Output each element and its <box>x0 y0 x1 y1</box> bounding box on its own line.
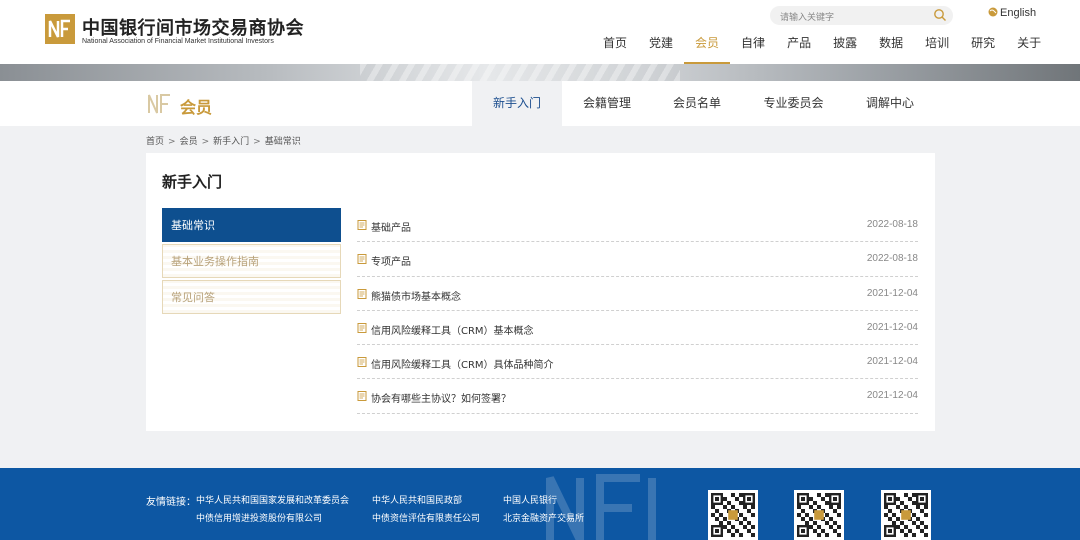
nafmii-logo-icon[interactable] <box>45 14 75 44</box>
site-header: 中国银行间市场交易商协会 National Association of Fin… <box>0 0 1080 64</box>
site-footer: 友情链接： 中华人民共和国国家发展和改革委员会 中华人民共和国民政部 中国人民银… <box>0 468 1080 540</box>
article-title[interactable]: 信用风险缓释工具（CRM）具体品种简介 <box>371 356 554 371</box>
document-icon <box>357 220 367 230</box>
side-item-basics[interactable]: 基础常识 <box>162 208 341 242</box>
article-date: 2021-12-04 <box>866 321 918 333</box>
qr-code-icon <box>881 490 931 540</box>
tab-beginner-guide[interactable]: 新手入门 <box>472 81 562 126</box>
article-date: 2021-12-04 <box>866 390 918 402</box>
tab-professional-committees[interactable]: 专业委员会 <box>742 81 845 126</box>
breadcrumb-beginner-guide[interactable]: 新手入门 <box>213 137 249 147</box>
qr-code-icon <box>794 490 844 540</box>
article-list: 基础产品 2022-08-18 专项产品 2022-08-18 熊猫债市场基本概念 202… <box>357 208 918 414</box>
nav-about[interactable]: 关于 <box>1006 36 1052 64</box>
article-title[interactable]: 基础产品 <box>371 219 411 234</box>
nav-members[interactable]: 会员 <box>684 36 731 64</box>
search-input[interactable]: 请输入关键字 <box>780 10 834 23</box>
nav-research[interactable]: 研究 <box>960 36 1006 64</box>
banner-image <box>0 64 1080 81</box>
list-item[interactable]: 专项产品 2022-08-18 <box>357 242 918 277</box>
footer-link-pboc[interactable]: 中国人民银行 <box>503 493 557 506</box>
document-icon <box>357 357 367 368</box>
tab-membership-management[interactable]: 会籍管理 <box>562 81 652 126</box>
site-title-english: National Association of Financial Market… <box>82 38 274 45</box>
breadcrumb-current: 基础常识 <box>264 137 301 147</box>
content-panel: 新手入门 基础常识 基本业务操作指南 常见问答 基础产品 2022-08-18 专项… <box>146 153 935 431</box>
nav-home[interactable]: 首页 <box>592 36 638 64</box>
nav-party[interactable]: 党建 <box>638 36 684 64</box>
nav-self-regulation[interactable]: 自律 <box>730 36 776 64</box>
section-tabs: 新手入门 会籍管理 会员名单 专业委员会 调解中心 <box>472 81 935 126</box>
footer-link-ndrc[interactable]: 中华人民共和国国家发展和改革委员会 <box>196 493 349 506</box>
watermark-logo-icon <box>546 474 656 540</box>
nav-products[interactable]: 产品 <box>776 36 822 64</box>
section-header: 会员 新手入门 会籍管理 会员名单 专业委员会 调解中心 <box>0 81 1080 126</box>
globe-icon <box>988 7 998 17</box>
footer-link-cfae[interactable]: 北京金融资产交易所 <box>503 511 584 524</box>
main-nav: 首页 党建 会员 自律 产品 披露 数据 培训 研究 关于 <box>592 36 1052 64</box>
nav-disclosure[interactable]: 披露 <box>822 36 868 64</box>
document-icon <box>357 391 367 402</box>
nav-training[interactable]: 培训 <box>914 36 960 64</box>
list-item[interactable]: 基础产品 2022-08-18 <box>357 208 918 243</box>
list-item[interactable]: 信用风险缓释工具（CRM）具体品种简介 2021-12-04 <box>357 345 918 380</box>
article-date: 2022-08-18 <box>866 219 918 230</box>
tab-member-list[interactable]: 会员名单 <box>652 81 742 126</box>
section-logo-icon <box>148 94 170 114</box>
section-title: 会员 <box>180 98 213 117</box>
document-icon <box>357 322 367 333</box>
page-title: 新手入门 <box>162 173 223 191</box>
list-item[interactable]: 协会有哪些主协议？如何签署？ 2021-12-04 <box>357 379 918 414</box>
article-title[interactable]: 熊猫债市场基本概念 <box>371 288 461 303</box>
tab-mediation-center[interactable]: 调解中心 <box>845 81 935 126</box>
article-date: 2021-12-04 <box>866 287 918 299</box>
side-item-operation-guide[interactable]: 基本业务操作指南 <box>162 244 341 278</box>
friendly-links-label: 友情链接： <box>146 497 196 508</box>
language-switch[interactable]: English <box>988 7 1036 19</box>
article-title[interactable]: 信用风险缓释工具（CRM）基本概念 <box>371 322 534 337</box>
list-item[interactable]: 信用风险缓释工具（CRM）基本概念 2021-12-04 <box>357 311 918 346</box>
breadcrumb-home[interactable]: 首页 <box>146 137 164 147</box>
footer-link-cbr[interactable]: 中债资信评估有限责任公司 <box>372 511 480 524</box>
footer-link-cbic[interactable]: 中债信用增进投资股份有限公司 <box>196 511 322 524</box>
article-title[interactable]: 协会有哪些主协议？如何签署？ <box>371 390 511 405</box>
side-menu: 基础常识 基本业务操作指南 常见问答 <box>162 208 341 316</box>
breadcrumb: 首页 > 会员 > 新手入门 > 基础常识 <box>146 137 301 147</box>
nav-data[interactable]: 数据 <box>868 36 914 64</box>
search-box[interactable]: 请输入关键字 <box>770 6 953 25</box>
list-item[interactable]: 熊猫债市场基本概念 2021-12-04 <box>357 277 918 311</box>
qr-code-icon <box>708 490 758 540</box>
article-title[interactable]: 专项产品 <box>371 253 411 268</box>
search-icon[interactable] <box>933 8 947 22</box>
language-label: English <box>1000 7 1037 19</box>
article-date: 2022-08-18 <box>866 253 918 265</box>
breadcrumb-members[interactable]: 会员 <box>180 137 198 147</box>
document-icon <box>357 288 367 299</box>
side-item-faq[interactable]: 常见问答 <box>162 280 341 314</box>
footer-link-mca[interactable]: 中华人民共和国民政部 <box>372 493 462 506</box>
article-date: 2021-12-04 <box>866 356 918 368</box>
site-title[interactable]: 中国银行间市场交易商协会 <box>82 14 304 40</box>
document-icon <box>357 254 367 265</box>
